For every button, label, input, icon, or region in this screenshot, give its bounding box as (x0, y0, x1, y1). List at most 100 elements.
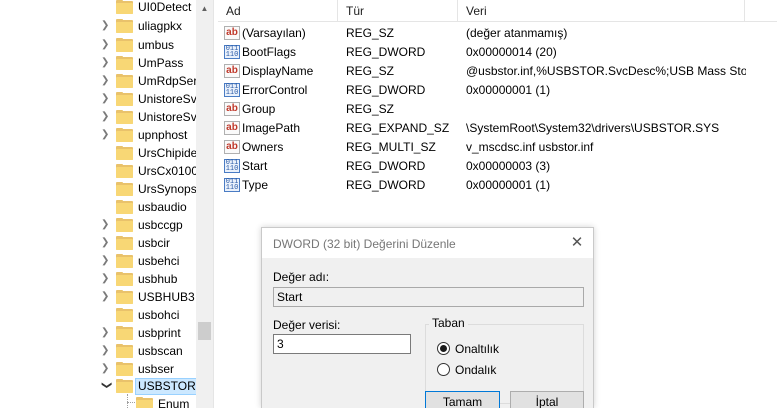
tree-item[interactable]: UrsSynopsy (0, 180, 196, 199)
ok-button[interactable]: Tamam (425, 391, 500, 408)
list-item[interactable]: 011 110 Type REG_DWORD 0x00000001 (1) (218, 176, 777, 195)
chevron-right-icon[interactable]: ❯ (101, 93, 111, 105)
value-type: REG_DWORD (346, 83, 426, 97)
chevron-right-icon[interactable]: ❯ (101, 129, 111, 141)
value-name: Group (242, 102, 276, 116)
tree-item[interactable]: usbohci (0, 306, 196, 325)
tree-item[interactable]: ❯ usbcir (0, 234, 196, 253)
chevron-down-icon[interactable]: ❯ (100, 381, 112, 391)
tree-item[interactable]: ❯ upnphost (0, 126, 196, 145)
tree-item-label: upnphost (138, 128, 188, 142)
folder-icon (116, 236, 133, 250)
list-item[interactable]: ab ImagePath REG_EXPAND_SZ \SystemRoot\S… (218, 119, 777, 138)
tree-item[interactable]: UrsChipide (0, 144, 196, 163)
list-item[interactable]: 011 110 Start REG_DWORD 0x00000003 (3) (218, 157, 777, 176)
scrollbar-thumb[interactable] (198, 322, 211, 340)
tree-item-usbstor[interactable]: ❯ USBSTOR (0, 377, 196, 396)
list-header: Ad Tür Veri (218, 0, 777, 22)
folder-icon (116, 164, 133, 178)
folder-icon (116, 254, 133, 268)
chevron-right-icon[interactable]: ❯ (101, 255, 111, 267)
tree-item[interactable]: ❯ usbhub (0, 270, 196, 289)
tree-item[interactable]: ❯ umbus (0, 36, 196, 55)
value-data: 0x00000001 (1) (466, 83, 551, 97)
tree-item[interactable]: ❯ USBHUB3 (0, 288, 196, 307)
value-name: Type (242, 178, 269, 192)
list-item[interactable]: ab Owners REG_MULTI_SZ v_mscdsc.inf usbs… (218, 138, 777, 157)
registry-key-tree[interactable]: UI0Detect ❯ uliagpkx ❯ umbus ❯ UmPass ❯ … (0, 0, 196, 408)
value-data: @usbstor.inf,%USBSTOR.SvcDesc%;USB Mass … (466, 64, 746, 78)
value-name: BootFlags (242, 45, 297, 59)
folder-icon (116, 272, 133, 286)
value-data-input[interactable]: 3 (273, 334, 411, 354)
hexadecimal-radio[interactable] (437, 342, 450, 355)
base-group-label: Taban (429, 316, 468, 330)
folder-icon (116, 110, 133, 124)
chevron-right-icon[interactable]: ❯ (101, 219, 111, 231)
chevron-right-icon[interactable]: ❯ (101, 273, 111, 285)
tree-item-enum[interactable]: Enum (0, 395, 196, 408)
edit-dword-dialog[interactable]: DWORD (32 bit) Değerini Düzenle ✕ Değer … (261, 227, 594, 408)
close-icon[interactable]: ✕ (565, 233, 589, 253)
folder-icon (116, 290, 133, 304)
chevron-right-icon[interactable]: ❯ (101, 345, 111, 357)
tree-item[interactable]: usbaudio (0, 198, 196, 217)
chevron-right-icon[interactable]: ❯ (101, 111, 111, 123)
tree-item[interactable]: ❯ UmRdpServ (0, 72, 196, 91)
tree-item-label: usbaudio (138, 200, 187, 214)
column-header-name[interactable]: Ad (218, 0, 338, 22)
folder-icon (116, 56, 133, 70)
tree-item[interactable]: ❯ usbscan (0, 342, 196, 361)
list-item[interactable]: ab (Varsayılan) REG_SZ (değer atanmamış) (218, 24, 777, 43)
string-value-icon: ab (224, 26, 240, 40)
value-data: 0x00000014 (20) (466, 45, 557, 59)
tree-scrollbar[interactable]: ▲ (196, 0, 213, 408)
tree-item[interactable]: ❯ UnistoreSv (0, 90, 196, 109)
list-item[interactable]: 011 110 BootFlags REG_DWORD 0x00000014 (2… (218, 43, 777, 62)
tree-item[interactable]: UrsCx01000 (0, 162, 196, 181)
chevron-right-icon[interactable]: ❯ (101, 363, 111, 375)
hexadecimal-radio-label[interactable]: Onaltılık (455, 342, 499, 356)
value-name: DisplayName (242, 64, 314, 78)
tree-item-label: UrsSynopsy (138, 182, 196, 196)
decimal-radio-label[interactable]: Ondalık (455, 363, 496, 377)
folder-icon (116, 308, 133, 322)
chevron-right-icon[interactable]: ❯ (101, 327, 111, 339)
tree-item-label: usbohci (138, 308, 180, 322)
chevron-right-icon[interactable]: ❯ (101, 237, 111, 249)
chevron-right-icon[interactable]: ❯ (101, 291, 111, 303)
folder-icon (116, 128, 133, 142)
tree-item[interactable]: ❯ uliagpkx (0, 17, 196, 36)
value-type: REG_MULTI_SZ (346, 140, 436, 154)
list-item[interactable]: 011 110 ErrorControl REG_DWORD 0x00000001… (218, 81, 777, 100)
list-item[interactable]: ab Group REG_SZ (218, 100, 777, 119)
tree-item[interactable]: ❯ usbehci (0, 252, 196, 271)
chevron-right-icon[interactable]: ❯ (101, 57, 111, 69)
tree-item[interactable]: ❯ UnistoreSv (0, 108, 196, 127)
string-value-icon: ab (224, 140, 240, 154)
column-header-data[interactable]: Veri (458, 0, 745, 22)
binary-value-icon: 011 110 (224, 159, 240, 173)
string-value-icon: ab (224, 102, 240, 116)
cancel-button[interactable]: İptal (510, 391, 584, 408)
tree-item[interactable]: UI0Detect (0, 0, 196, 17)
list-item[interactable]: ab DisplayName REG_SZ @usbstor.inf,%USBS… (218, 62, 777, 81)
chevron-right-icon[interactable]: ❯ (101, 75, 111, 87)
tree-item[interactable]: ❯ usbccgp (0, 216, 196, 235)
tree-item[interactable]: ❯ UmPass (0, 54, 196, 73)
tree-item[interactable]: ❯ usbprint (0, 324, 196, 343)
folder-icon (116, 200, 133, 214)
value-data: 0x00000001 (1) (466, 178, 551, 192)
folder-icon (136, 397, 153, 408)
folder-icon (116, 218, 133, 232)
decimal-radio[interactable] (437, 363, 450, 376)
column-header-type[interactable]: Tür (338, 0, 458, 22)
dialog-title-bar[interactable]: DWORD (32 bit) Değerini Düzenle ✕ (262, 228, 593, 258)
chevron-right-icon[interactable]: ❯ (101, 39, 111, 51)
radio-selected-dot (440, 345, 447, 352)
value-type: REG_DWORD (346, 159, 426, 173)
chevron-right-icon[interactable]: ❯ (101, 20, 111, 32)
tree-item-label: usbser (138, 362, 175, 376)
scroll-up-arrow-icon[interactable]: ▲ (196, 0, 213, 17)
tree-item-label: UrsCx01000 (138, 164, 196, 178)
